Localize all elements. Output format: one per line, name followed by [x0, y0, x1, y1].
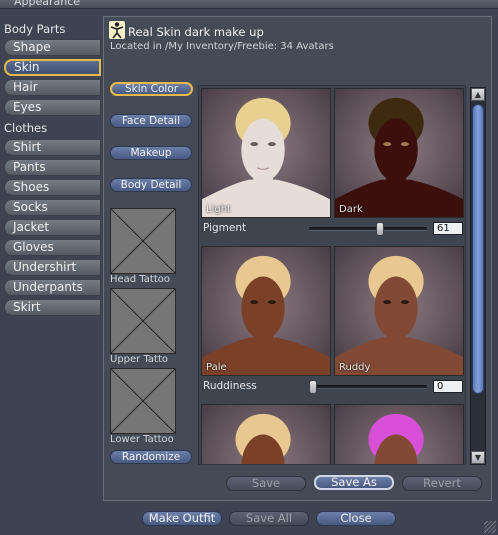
save-all-button[interactable]: Save All [229, 511, 309, 526]
tab-skin-color[interactable]: Skin Color [110, 82, 193, 96]
window-title: Appearance [14, 0, 81, 8]
scroll-down-icon[interactable]: ▼ [471, 451, 485, 464]
avatar-face-preview [335, 97, 463, 217]
avatar-face-preview [202, 97, 330, 217]
ruddiness-slider-knob[interactable] [309, 380, 317, 394]
avatar-face-preview [235, 413, 291, 464]
pigment-slider-knob[interactable] [376, 222, 385, 236]
sidebar-item-gloves[interactable]: Gloves [4, 239, 101, 256]
randomize-button[interactable]: Randomize [110, 450, 192, 464]
pigment-value-input[interactable]: 61 [433, 222, 463, 235]
sidebar-item-hair[interactable]: Hair [4, 79, 101, 96]
empty-texture-icon [111, 209, 175, 273]
head-tattoo-slot[interactable] [110, 208, 176, 274]
pigment-slider[interactable] [309, 222, 427, 236]
item-title: Real Skin dark make up [128, 25, 264, 39]
sidebar-item-skirt[interactable]: Skirt [4, 299, 101, 316]
preview-light[interactable]: Light [201, 88, 331, 218]
pigment-left-label: Light [206, 204, 231, 215]
make-outfit-button[interactable]: Make Outfit [142, 511, 222, 526]
scrollbar-thumb[interactable] [472, 104, 484, 394]
ruddiness-left-label: Pale [206, 362, 227, 373]
figure-icon [109, 21, 125, 39]
scroll-up-icon[interactable]: ▲ [471, 88, 485, 101]
preview-next-right[interactable] [334, 404, 464, 464]
sidebar-item-shirt[interactable]: Shirt [4, 139, 101, 156]
revert-button[interactable]: Revert [402, 476, 482, 491]
lower-tattoo-slot[interactable] [110, 368, 176, 434]
upper-tattoo-slot[interactable] [110, 288, 176, 354]
sidebar-item-skin[interactable]: Skin [4, 59, 101, 76]
save-button[interactable]: Save [226, 476, 306, 491]
preview-ruddy[interactable]: Ruddy [334, 246, 464, 376]
sidebar-item-underpants[interactable]: Underpants [4, 279, 101, 296]
resize-handle-icon[interactable] [484, 521, 496, 533]
sidebar-item-eyes[interactable]: Eyes [4, 99, 101, 116]
tab-body-detail[interactable]: Body Detail [110, 178, 192, 192]
preview-dark[interactable]: Dark [334, 88, 464, 218]
ruddiness-right-label: Ruddy [339, 362, 371, 373]
pigment-right-label: Dark [339, 204, 363, 215]
ruddiness-label: Ruddiness [203, 380, 257, 392]
head-tattoo-label: Head Tattoo [110, 274, 170, 285]
empty-texture-icon [111, 289, 175, 353]
sidebar-item-shape[interactable]: Shape [4, 39, 101, 56]
sidebar: Body Parts Shape Skin Hair Eyes Clothes … [0, 9, 104, 319]
sidebar-item-shoes[interactable]: Shoes [4, 179, 101, 196]
save-as-button[interactable]: Save As [314, 475, 394, 490]
close-button[interactable]: Close [316, 511, 396, 526]
window-title-bar[interactable]: Appearance [0, 0, 498, 9]
body-parts-label: Body Parts [4, 22, 66, 36]
sidebar-item-undershirt[interactable]: Undershirt [4, 259, 101, 276]
sidebar-item-socks[interactable]: Socks [4, 199, 101, 216]
sidebar-item-pants[interactable]: Pants [4, 159, 101, 176]
preview-pale[interactable]: Pale [201, 246, 331, 376]
avatar-face-preview [368, 413, 424, 464]
slider-scroll-area[interactable]: Light Dark Pigment 61 Pale Ruddy Ruddine… [198, 85, 466, 465]
ruddiness-value-input[interactable]: 0 [433, 380, 463, 393]
sidebar-item-jacket[interactable]: Jacket [4, 219, 101, 236]
tab-makeup[interactable]: Makeup [110, 146, 192, 160]
avatar-face-preview [202, 255, 330, 375]
pigment-label: Pigment [203, 222, 247, 234]
lower-tattoo-label: Lower Tattoo [110, 434, 174, 445]
ruddiness-slider[interactable] [309, 380, 427, 394]
clothes-label: Clothes [4, 121, 48, 135]
item-location: Located in /My Inventory/Freebie: 34 Ava… [110, 41, 334, 52]
tab-face-detail[interactable]: Face Detail [110, 114, 192, 128]
upper-tattoo-label: Upper Tatto [110, 354, 168, 365]
vertical-scrollbar[interactable]: ▲ ▼ [470, 87, 486, 465]
avatar-face-preview [335, 255, 463, 375]
empty-texture-icon [111, 369, 175, 433]
preview-next-left[interactable] [201, 404, 331, 464]
